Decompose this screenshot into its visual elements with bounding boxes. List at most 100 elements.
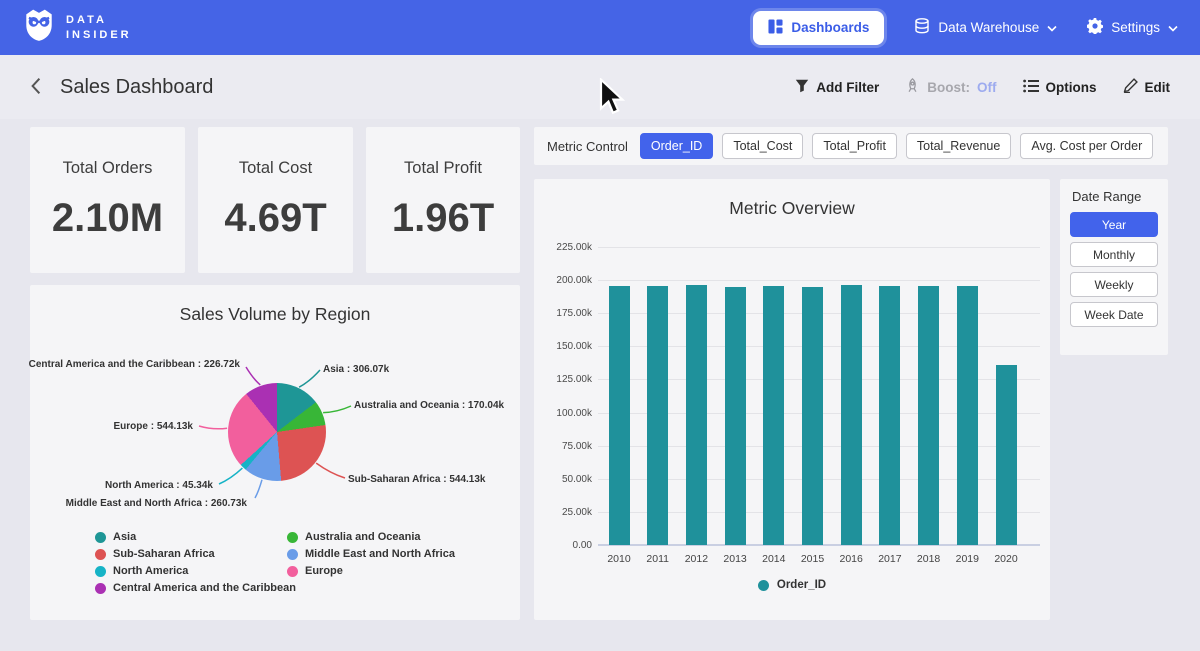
bar-chart-legend[interactable]: Order_ID [534,579,1050,591]
bar-2015[interactable] [802,287,823,546]
metric-option-total-revenue[interactable]: Total_Revenue [906,133,1011,159]
boost-toggle[interactable]: Boost: Off [905,78,996,96]
bar-2010[interactable] [609,286,630,545]
legend-item-central-america-and-the-caribbean[interactable]: Central America and the Caribbean [95,582,296,594]
kpi-card-total-cost: Total Cost 4.69T [198,127,353,273]
legend-label: Australia and Oceania [305,531,421,543]
y-tick-label: 200.00k [538,275,592,286]
x-tick-label: 2011 [636,553,680,565]
x-tick-label: 2017 [868,553,912,565]
header-toolbar: Add Filter Boost: Off [795,78,1170,96]
pie-legend-column: Asia Sub-Saharan Africa North America Centr… [95,531,296,594]
bar-chart-card: Metric Overview 0.0025.00k50.00k75.00k10… [534,179,1050,620]
kpi-value: 1.96T [392,196,494,241]
bar-2020[interactable] [996,365,1017,545]
add-filter-label: Add Filter [816,80,879,95]
x-tick-label: 2019 [945,553,989,565]
metric-option-total-profit[interactable]: Total_Profit [812,133,897,159]
bar-2014[interactable] [763,286,784,545]
pie-slice-label: Australia and Oceania : 170.04k [354,400,504,411]
sales-dashboard-screen: DATA INSIDER Dashboards [0,0,1200,651]
x-tick-label: 2015 [791,553,835,565]
pie-slice-label: Middle East and North Africa : 260.73k [66,498,247,509]
pie-chart[interactable] [228,383,326,481]
brand-logo[interactable]: DATA INSIDER [22,7,132,48]
pie-chart-card: Sales Volume by Region Asia : 306.07kAus… [30,285,520,620]
bar-2017[interactable] [879,286,900,545]
kpi-card-total-orders: Total Orders 2.10M [30,127,185,273]
funnel-icon [795,79,809,96]
x-tick-label: 2010 [597,553,641,565]
legend-item-north-america[interactable]: North America [95,565,296,577]
edit-button[interactable]: Edit [1123,78,1171,96]
y-tick-label: 150.00k [538,341,592,352]
edit-label: Edit [1145,80,1171,95]
brand-text: DATA INSIDER [66,13,132,43]
date-range-label: Date Range [1072,189,1158,204]
date-range-option-year[interactable]: Year [1070,212,1158,237]
pie-chart-area: Asia : 306.07k Australia and Oceania : 17… [30,285,520,620]
kpi-card-total-profit: Total Profit 1.96T [366,127,520,273]
legend-item-australia-and-oceania[interactable]: Australia and Oceania [287,531,455,543]
pie-legend-column: Australia and Oceania Middle East and Nor… [287,531,455,577]
legend-dot [95,583,106,594]
bar-2012[interactable] [686,285,707,545]
dashboards-button[interactable]: Dashboards [753,11,884,45]
brand-line2: INSIDER [66,28,132,43]
y-tick-label: 0.00 [538,540,592,551]
date-range-option-monthly[interactable]: Monthly [1070,242,1158,267]
page-header: Sales Dashboard Add Filter Boost: Off [0,55,1200,119]
legend-label: Central America and the Caribbean [113,582,296,594]
date-range-option-weekly[interactable]: Weekly [1070,272,1158,297]
legend-item-middle-east-and-north-africa[interactable]: Middle East and North Africa [287,548,455,560]
x-tick-label: 2016 [829,553,873,565]
pie-slice-label: Central America and the Caribbean : 226.… [29,359,240,370]
bar-2011[interactable] [647,286,668,545]
back-button[interactable] [30,77,42,98]
bar-chart-title: Metric Overview [534,179,1050,219]
settings-menu[interactable]: Settings [1087,18,1178,37]
gridline [598,247,1040,248]
bar-legend-label: Order_ID [777,579,826,591]
bar-2018[interactable] [918,286,939,545]
pie-slice-label: Europe : 544.13k [114,421,193,432]
add-filter-button[interactable]: Add Filter [795,79,879,96]
data-warehouse-menu[interactable]: Data Warehouse [914,18,1057,37]
legend-item-sub-saharan-africa[interactable]: Sub-Saharan Africa [95,548,296,560]
pie-slice-label: Asia : 306.07k [323,364,389,375]
database-icon [914,18,930,37]
dashboards-label: Dashboards [791,20,869,35]
bar-2019[interactable] [957,286,978,545]
metric-buttons: Order_ID Total_Cost Total_Profit Total_Reve… [640,133,1153,159]
y-tick-label: 100.00k [538,408,592,419]
brand-line1: DATA [66,13,132,28]
date-range-panel: Date Range Year Monthly Weekly Week Date [1060,179,1168,355]
rocket-icon [905,78,920,96]
metric-option-order-id[interactable]: Order_ID [640,133,713,159]
legend-item-asia[interactable]: Asia [95,531,296,543]
x-tick-label: 2013 [713,553,757,565]
bar-chart-plot: 0.0025.00k50.00k75.00k100.00k125.00k150.… [598,247,1040,545]
legend-item-europe[interactable]: Europe [287,565,455,577]
options-button[interactable]: Options [1023,79,1097,96]
date-range-buttons: Year Monthly Weekly Week Date [1070,212,1158,327]
metric-option-total-cost[interactable]: Total_Cost [722,133,803,159]
legend-dot [95,549,106,560]
nav-actions: Dashboards Data Warehouse [753,11,1178,45]
data-warehouse-label: Data Warehouse [938,20,1039,35]
metric-option-avg-cost-per-order[interactable]: Avg. Cost per Order [1020,133,1153,159]
x-tick-label: 2020 [984,553,1028,565]
bar-2016[interactable] [841,285,862,545]
date-range-option-week-date[interactable]: Week Date [1070,302,1158,327]
boost-value: Off [977,80,997,95]
kpi-label: Total Cost [239,159,312,178]
y-tick-label: 175.00k [538,308,592,319]
settings-label: Settings [1111,20,1160,35]
top-navbar: DATA INSIDER Dashboards [0,0,1200,55]
bar-2013[interactable] [725,287,746,546]
metric-control-label: Metric Control [547,139,628,154]
kpi-value: 2.10M [52,196,163,241]
chevron-down-icon [1168,20,1178,35]
legend-label: Sub-Saharan Africa [113,548,215,560]
legend-label: Middle East and North Africa [305,548,455,560]
